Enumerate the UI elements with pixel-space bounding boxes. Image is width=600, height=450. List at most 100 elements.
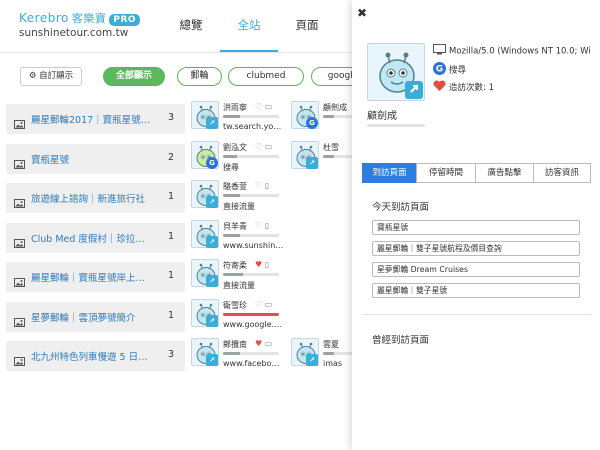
- google-icon: G: [306, 117, 318, 129]
- image-icon: [14, 312, 25, 327]
- nav-all-site[interactable]: 全站: [220, 0, 278, 52]
- chip-all[interactable]: 全部顯示: [103, 67, 165, 86]
- detail-tabs: 到訪頁面 停留時間 廣告點擊 訪客資訊: [362, 163, 591, 183]
- nav-pages[interactable]: 頁面: [278, 0, 336, 52]
- page-row-pill[interactable]: 寶瓶星號 2: [6, 143, 185, 174]
- section-divider: [362, 314, 591, 315]
- visitor-status-icons: ♡ ▭: [255, 102, 272, 111]
- traffic-source: 搜尋: [223, 162, 239, 172]
- visitor-card[interactable]: ↗ 洪雨寧 ♡ ▭ tw.search.yo…: [191, 101, 281, 139]
- page-row-pill[interactable]: 星夢郵輪｜雲頂夢號簡介 1: [6, 301, 185, 332]
- page-title-link[interactable]: 星夢郵輪｜雲頂夢號簡介: [31, 310, 136, 324]
- visitor-card[interactable]: ↗ 衛雪珍 ♡ ▭ www.google.…: [191, 298, 282, 337]
- visitor-name: 劉泓文: [223, 142, 247, 152]
- visitor-score-bar: [367, 124, 425, 127]
- visitor-card[interactable]: G 劉泓文 ♡ ▭ 搜尋: [191, 140, 281, 179]
- link-icon: ↗: [206, 275, 218, 287]
- visitor-status-icons: ♡ ▭: [255, 142, 272, 151]
- today-page-item[interactable]: 寶瓶星號: [372, 220, 580, 235]
- chip-cruise[interactable]: 郵輪: [177, 67, 222, 86]
- visitor-count: 2: [168, 151, 175, 163]
- today-page-item[interactable]: 星夢郵輪 Dream Cruises: [372, 262, 580, 277]
- visitor-name: 符寄柔: [223, 261, 247, 270]
- brand-name-zh: 客樂寶: [71, 12, 107, 25]
- visitor-name: 洪雨寧: [223, 103, 247, 112]
- engagement-bar: [223, 233, 279, 237]
- app-window: Kerebro 客樂寶 PRO sunshinetour.com.tw 總覽 全站 …: [0, 0, 600, 450]
- page-title-link[interactable]: 麗星郵輪2017｜寶瓶星號…: [31, 112, 150, 126]
- engagement-bar: [223, 312, 279, 316]
- tab-visited-pages[interactable]: 到訪頁面: [362, 163, 417, 183]
- visitor-card[interactable]: ↗ 符寄柔 ♥ ▯ 直接流量: [191, 259, 281, 297]
- heart-icon: ♥: [255, 339, 263, 348]
- image-icon: [14, 154, 25, 169]
- search-source-text: 搜尋: [449, 65, 467, 76]
- today-page-item[interactable]: 麗星郵輪｜雙子星號航程及價目查詢: [372, 241, 580, 256]
- page-title-link[interactable]: 麗星郵輪｜寶瓶星號岸上…: [31, 270, 145, 284]
- visitor-card[interactable]: ↗ 駱香萱 ♡ ▯ 直接流量: [191, 180, 281, 218]
- tab-ad-clicks[interactable]: 廣告點擊: [475, 163, 534, 183]
- engagement-bar: [223, 154, 279, 158]
- visitor-count: 3: [168, 349, 175, 360]
- page-row-pill[interactable]: 麗星郵輪2017｜寶瓶星號… 3: [6, 104, 185, 134]
- chip-clubmed[interactable]: clubmed: [228, 67, 304, 86]
- today-pages-title: 今天到訪頁面: [372, 202, 430, 213]
- visitor-name: 顧劍成: [323, 103, 347, 112]
- google-icon: G: [433, 62, 446, 78]
- image-icon: [14, 272, 25, 287]
- tab-visitor-info[interactable]: 訪客資訊: [533, 163, 591, 183]
- close-icon[interactable]: ✖: [357, 6, 367, 20]
- brand-name: Kerebro: [19, 11, 69, 25]
- nav-overview[interactable]: 總覽: [162, 0, 220, 52]
- page-title-link[interactable]: 北九州特色列車慢遊 5 日…: [31, 349, 148, 363]
- desktop-icon: ▭: [264, 102, 273, 111]
- chip-google[interactable]: google: [311, 67, 352, 86]
- link-icon: ↗: [206, 314, 218, 327]
- visitor-name: 衛雪珍: [223, 300, 247, 310]
- filter-bar: ⚙ 自訂顯示 全部顯示 郵輪 clubmed google: [20, 67, 352, 86]
- visitor-status-icons: ♡ ▭: [255, 300, 272, 309]
- visitor-name: 顧劍成: [367, 111, 397, 122]
- desktop-icon: ▭: [264, 299, 273, 309]
- link-icon: ↗: [306, 354, 318, 366]
- today-page-item[interactable]: 麗星郵輪｜雙子星號: [372, 283, 580, 298]
- mobile-icon: ▯: [264, 220, 270, 230]
- traffic-source: 直接流量: [223, 281, 255, 290]
- page-title-link[interactable]: Club Med 度假村｜珍拉…: [31, 231, 145, 245]
- page-title-link[interactable]: 寶瓶星號: [31, 152, 69, 166]
- page-row-pill[interactable]: 旅遊線上諮詢｜新進旅行社 1: [6, 183, 185, 213]
- desktop-icon: ▭: [264, 339, 273, 348]
- tab-dwell-time[interactable]: 停留時間: [416, 163, 476, 183]
- desktop-icon: ▭: [264, 141, 273, 151]
- heart-icon: ♥: [255, 260, 263, 269]
- link-icon: ↗: [306, 156, 318, 169]
- visitor-card[interactable]: ↗ 鄭攬南 ♥ ▭ www.facebo…: [191, 338, 281, 376]
- page-row: 麗星郵輪2017｜寶瓶星號… 3 ↗ 洪雨寧 ♡ ▭ tw.search.yo… G 顧劍成 ♡…: [6, 101, 379, 142]
- visitor-status-icons: ♥ ▯: [255, 260, 269, 269]
- custom-display-button[interactable]: ⚙ 自訂顯示: [20, 67, 82, 86]
- page-title-link[interactable]: 旅遊線上諮詢｜新進旅行社: [31, 191, 145, 205]
- visitor-count: 1: [168, 309, 175, 321]
- traffic-source: www.google.…: [223, 319, 283, 329]
- page-row-pill[interactable]: 北九州特色列車慢遊 5 日… 3: [6, 341, 185, 371]
- page-row-pill[interactable]: 麗星郵輪｜寶瓶星號岸上… 1: [6, 262, 185, 292]
- page-row: 麗星郵輪｜寶瓶星號岸上… 1 ↗ 符寄柔 ♥ ▯ 直接流量: [6, 259, 352, 300]
- image-icon: [14, 193, 25, 208]
- brand-logo[interactable]: Kerebro 客樂寶 PRO: [19, 10, 141, 26]
- desktop-icon: [433, 44, 446, 58]
- visitor-count: 1: [168, 191, 175, 202]
- site-domain: sunshinetour.com.tw: [19, 27, 129, 39]
- traffic-source: www.sunshin…: [223, 240, 284, 250]
- page-row-pill[interactable]: Club Med 度假村｜珍拉… 1: [6, 222, 185, 253]
- user-agent-text: Mozilla/5.0 (Windows NT 10.0; Wi: [449, 46, 591, 57]
- page-row: 旅遊線上諮詢｜新進旅行社 1 ↗ 駱香萱 ♡ ▯ 直接流量: [6, 180, 352, 221]
- search-source-row: G 搜尋: [433, 62, 600, 78]
- visits-row: 造訪次數: 1: [433, 80, 600, 95]
- visitor-card[interactable]: ↗ 貝羊青 ♡ ▯ www.sunshin…: [191, 219, 283, 258]
- past-pages-title: 曾經到訪頁面: [372, 335, 430, 346]
- link-icon: ↗: [206, 117, 218, 129]
- image-icon: [14, 114, 25, 129]
- page-row: Club Med 度假村｜珍拉… 1 ↗ 貝羊青 ♡ ▯ www.sunshin…: [6, 219, 352, 261]
- mobile-icon: ▯: [264, 260, 270, 269]
- image-icon: [14, 233, 25, 248]
